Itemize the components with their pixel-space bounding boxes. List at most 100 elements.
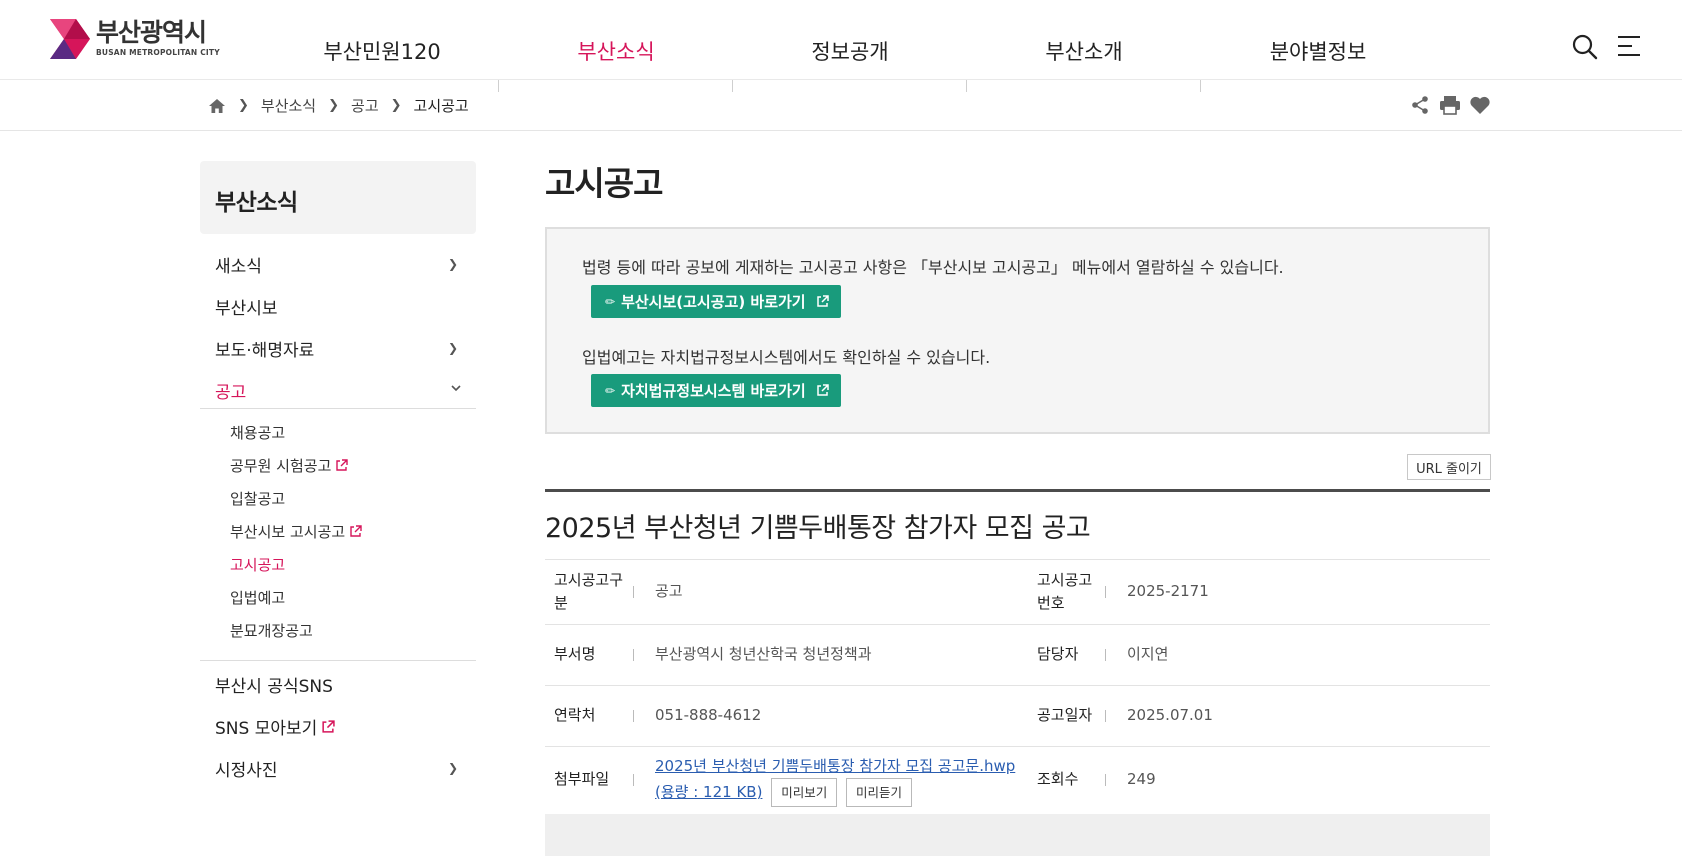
dept-value: 부산광역시 청년산학국 청년정책과 <box>655 645 872 663</box>
manager-value: 이지연 <box>1127 645 1169 663</box>
sidebar-sub-bid[interactable]: 입찰공고 <box>230 488 285 509</box>
busan-logo-icon <box>50 19 90 59</box>
post-title: 2025년 부산청년 기쁨두배통장 참가자 모집 공고 <box>545 513 1091 544</box>
search-icon[interactable] <box>1572 34 1598 60</box>
breadcrumb: ❯ 부산소식 ❯ 공고 ❯ 고시공고 <box>208 95 469 116</box>
date-label: 공고일자 <box>1037 706 1093 724</box>
cell-separator <box>633 649 634 661</box>
nav-item-info-open[interactable]: 정보공개 <box>811 36 888 66</box>
preview-button[interactable]: 미리보기 <box>771 778 838 807</box>
cell-separator <box>1105 710 1106 722</box>
chevron-right-icon: ❯ <box>390 98 402 113</box>
legislation-link-label: 자치법규정보시스템 바로가기 <box>621 382 806 400</box>
sidebar-divider <box>200 408 476 409</box>
sidebar-sub-legislation[interactable]: 입법예고 <box>230 587 285 608</box>
nav-item-fields[interactable]: 분야별정보 <box>1270 36 1367 66</box>
print-icon[interactable] <box>1439 95 1461 115</box>
nav-item-news[interactable]: 부산소식 <box>577 36 654 66</box>
nav-item-about[interactable]: 부산소개 <box>1045 36 1122 66</box>
external-link-icon <box>816 295 829 307</box>
sidebar-sub-exam-label: 공무원 시험공고 <box>230 457 332 475</box>
sidebar-sub-gazette-notice-label: 부산시보 고시공고 <box>230 523 346 541</box>
manager-label: 담당자 <box>1037 645 1079 663</box>
number-label: 고시공고 번호 <box>1037 569 1092 615</box>
sidebar-sub-exam[interactable]: 공무원 시험공고 <box>230 455 349 476</box>
sidebar-item-notice[interactable]: 공고 <box>215 378 246 403</box>
page-tools <box>1410 95 1491 115</box>
chevron-down-icon <box>451 385 461 392</box>
breadcrumb-item-news[interactable]: 부산소식 <box>261 95 316 116</box>
content-body-area <box>545 814 1490 856</box>
cell-separator <box>633 586 634 598</box>
logo-name: 부산광역시 <box>96 18 207 47</box>
contact-label: 연락처 <box>554 706 596 724</box>
chevron-right-icon: ❯ <box>238 98 249 113</box>
page-title: 고시공고 <box>545 164 663 203</box>
chevron-right-icon: ❯ <box>328 98 340 113</box>
sidebar-sub-public-notice[interactable]: 고시공고 <box>230 554 285 575</box>
category-label: 고시공고구 분 <box>554 569 623 615</box>
sidebar-item-sns-collection[interactable]: SNS 모아보기 <box>215 714 335 739</box>
gazette-link-label: 부산시보(고시공고) 바로가기 <box>621 293 806 311</box>
gazette-link-button[interactable]: ✏ 부산시보(고시공고) 바로가기 <box>591 285 841 318</box>
notice-text-legislation: 입법예고는 자치법규정보시스템에서도 확인하실 수 있습니다. <box>582 348 991 367</box>
legislation-link-button[interactable]: ✏ 자치법규정보시스템 바로가기 <box>591 374 841 407</box>
external-link-icon <box>350 525 362 537</box>
notice-box: 법령 등에 따라 공보에 게재하는 고시공고 사항은 「부산시보 고시공고」 메… <box>545 227 1490 434</box>
sidebar-item-news[interactable]: 새소식 <box>215 252 262 277</box>
file-label: 첨부파일 <box>554 770 610 788</box>
notice-text-gazette: 법령 등에 따라 공보에 게재하는 고시공고 사항은 「부산시보 고시공고」 메… <box>582 258 1284 277</box>
views-value: 249 <box>1127 770 1156 788</box>
logo-subtitle: BUSAN METROPOLITAN CITY <box>96 48 220 57</box>
file-cell: 2025년 부산청년 기쁨두배통장 참가자 모집 공고문.hwp (용량 : 1… <box>655 755 1025 807</box>
external-link-icon <box>322 719 335 733</box>
url-shorten-button[interactable]: URL 줄이기 <box>1407 454 1491 480</box>
category-label-line2: 분 <box>554 594 568 612</box>
views-label: 조회수 <box>1037 770 1079 788</box>
cell-separator <box>1105 649 1106 661</box>
chevron-right-icon: ❯ <box>448 761 459 775</box>
breadcrumb-item-current: 고시공고 <box>413 97 469 115</box>
table-row: 연락처 051-888-4612 공고일자 2025.07.01 <box>545 685 1490 746</box>
site-logo[interactable]: 부산광역시 BUSAN METROPOLITAN CITY <box>50 19 220 59</box>
sidebar-item-official-sns[interactable]: 부산시 공식SNS <box>215 672 333 697</box>
attachment-file-size[interactable]: (용량 : 121 KB) <box>655 783 762 801</box>
attachment-file-link[interactable]: 2025년 부산청년 기쁨두배통장 참가자 모집 공고문.hwp <box>655 757 1015 775</box>
cell-separator <box>633 774 634 786</box>
number-label-line2: 번호 <box>1037 594 1065 612</box>
sidebar-item-press[interactable]: 보도·해명자료 <box>215 336 314 361</box>
title-divider <box>545 489 1490 492</box>
sidebar-item-photos[interactable]: 시정사진 <box>215 756 278 781</box>
sidebar-sub-grave[interactable]: 분묘개장공고 <box>230 620 313 641</box>
breadcrumb-item-notice[interactable]: 공고 <box>351 95 379 116</box>
external-link-icon <box>816 384 829 396</box>
table-row: 고시공고구 분 공고 고시공고 번호 2025-2171 <box>545 559 1490 624</box>
sidebar-sub-recruit[interactable]: 채용공고 <box>230 422 285 443</box>
site-header: 부산광역시 BUSAN METROPOLITAN CITY 부산민원120 부산… <box>0 0 1682 92</box>
cell-separator <box>1105 586 1106 598</box>
sidebar-item-gazette[interactable]: 부산시보 <box>215 294 278 319</box>
dept-label: 부서명 <box>554 645 596 663</box>
listen-button[interactable]: 미리듣기 <box>846 778 913 807</box>
date-value: 2025.07.01 <box>1127 706 1213 724</box>
nav-item-minwon[interactable]: 부산민원120 <box>323 36 440 66</box>
contact-value: 051-888-4612 <box>655 706 762 724</box>
share-icon[interactable] <box>1410 95 1430 115</box>
category-label-line1: 고시공고구 <box>554 571 624 589</box>
pencil-icon: ✏ <box>605 294 616 309</box>
pencil-icon: ✏ <box>605 383 616 398</box>
number-label-line1: 고시공고 <box>1037 571 1093 589</box>
table-row: 부서명 부산광역시 청년산학국 청년정책과 담당자 이지연 <box>545 624 1490 685</box>
home-icon[interactable] <box>208 98 226 114</box>
sidebar-title: 부산소식 <box>215 190 298 216</box>
category-value: 공고 <box>655 582 683 600</box>
cell-separator <box>633 710 634 722</box>
menu-icon[interactable] <box>1617 34 1641 58</box>
sidebar-title-box: 부산소식 <box>200 161 476 234</box>
chevron-right-icon: ❯ <box>448 257 459 271</box>
sidebar-item-sns-collection-label: SNS 모아보기 <box>215 719 318 739</box>
heart-icon[interactable] <box>1469 95 1491 115</box>
sidebar-sub-gazette-notice[interactable]: 부산시보 고시공고 <box>230 521 362 542</box>
table-row: 첨부파일 2025년 부산청년 기쁨두배통장 참가자 모집 공고문.hwp (용… <box>545 746 1490 814</box>
sidebar-divider <box>200 660 476 661</box>
